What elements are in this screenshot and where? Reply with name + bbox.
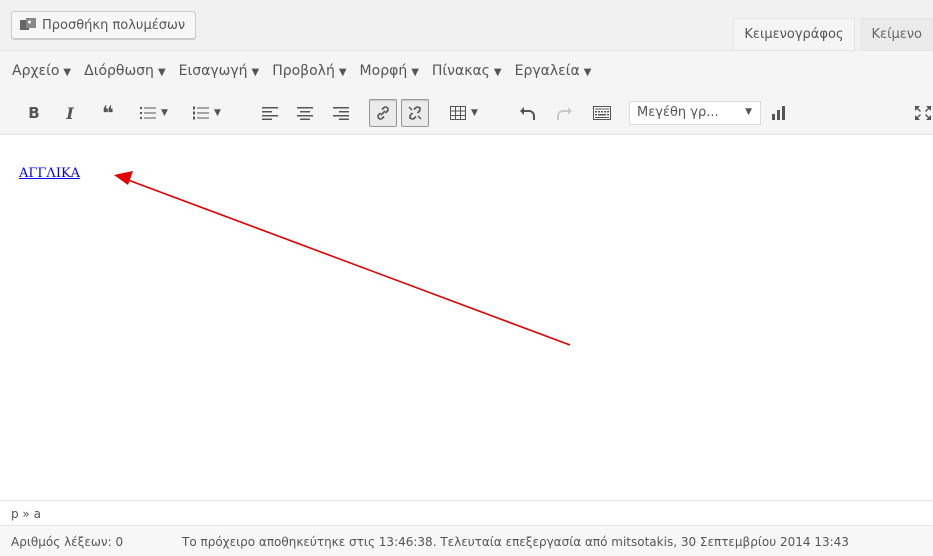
chevron-down-icon: ▼ — [157, 67, 166, 78]
align-left-icon — [262, 107, 278, 120]
fullscreen-button[interactable] — [915, 99, 931, 127]
chevron-down-icon: ▼ — [493, 67, 502, 78]
redo-button[interactable] — [554, 99, 574, 127]
table-button[interactable]: ▼ — [446, 99, 482, 127]
italic-button[interactable]: I — [59, 99, 81, 127]
align-center-icon — [297, 107, 313, 120]
tab-visual[interactable]: Κειμενογράφος — [733, 18, 855, 50]
align-right-button[interactable] — [331, 99, 351, 127]
content-link[interactable]: ΑΓΓΛΙΚΑ — [19, 166, 80, 181]
menu-file[interactable]: Αρχείο ▼ — [12, 63, 71, 79]
bold-button[interactable]: B — [23, 99, 45, 127]
menu-format[interactable]: Μορφή ▼ — [360, 63, 419, 79]
chevron-down-icon: ▼ — [338, 67, 347, 78]
align-left-button[interactable] — [260, 99, 280, 127]
undo-button[interactable] — [518, 99, 538, 127]
chevron-down-icon: ▼ — [63, 67, 72, 78]
element-path: p » a — [0, 500, 933, 526]
editor-tabs: Κειμενογράφος Κείμενο — [727, 18, 933, 50]
menu-table[interactable]: Πίνακας ▼ — [432, 63, 502, 79]
numbered-list-icon — [193, 106, 210, 120]
chevron-down-icon: ▼ — [251, 67, 260, 78]
editor-container: Αρχείο ▼ Διόρθωση ▼ Εισαγωγή ▼ Προβολή ▼ Μορ… — [0, 50, 933, 526]
align-right-icon — [333, 107, 349, 120]
keyboard-button[interactable] — [591, 99, 613, 127]
chevron-down-icon: ▼ — [161, 108, 168, 118]
unlink-icon — [408, 106, 422, 120]
numbered-list-button[interactable]: ▼ — [189, 99, 225, 127]
chevron-down-icon: ▼ — [745, 107, 752, 117]
bar-chart-icon — [772, 106, 785, 120]
redo-icon — [557, 107, 572, 120]
word-count: Αριθμός λέξεων: 0 — [11, 535, 124, 549]
keyboard-icon — [593, 106, 611, 120]
chevron-down-icon: ▼ — [214, 108, 221, 118]
font-size-select[interactable]: Μεγέθη γρ... ▼ — [629, 101, 761, 125]
align-center-button[interactable] — [295, 99, 315, 127]
chevron-down-icon: ▼ — [411, 67, 419, 78]
top-bar: Προσθήκη πολυμέσων Κειμενογράφος Κείμενο — [0, 0, 933, 50]
status-bar: Αριθμός λέξεων: 0 Το πρόχειρο αποθηκεύτη… — [0, 525, 933, 556]
tab-text[interactable]: Κείμενο — [860, 18, 933, 50]
menu-view[interactable]: Προβολή ▼ — [272, 63, 346, 79]
bullet-list-icon — [140, 107, 157, 119]
blockquote-button[interactable]: ❝ — [96, 99, 120, 127]
table-icon — [450, 106, 467, 120]
menu-bar: Αρχείο ▼ Διόρθωση ▼ Εισαγωγή ▼ Προβολή ▼ Μορ… — [0, 51, 933, 91]
font-size-placeholder: Μεγέθη γρ... — [637, 105, 719, 120]
add-media-label: Προσθήκη πολυμέσων — [42, 17, 186, 33]
menu-insert[interactable]: Εισαγωγή ▼ — [179, 63, 260, 79]
format-toolbar: B I ❝ ▼ ▼ ▼ Μεγέθη γρ... ▼ — [0, 91, 933, 135]
media-icon — [20, 18, 36, 32]
undo-icon — [520, 107, 535, 120]
menu-edit[interactable]: Διόρθωση ▼ — [84, 63, 166, 79]
menu-tools[interactable]: Εργαλεία ▼ — [515, 63, 592, 79]
remove-link-button[interactable] — [401, 99, 429, 127]
chevron-down-icon: ▼ — [471, 108, 478, 118]
insert-link-button[interactable] — [369, 99, 397, 127]
fullscreen-icon — [915, 106, 931, 120]
editor-content[interactable]: ΑΓΓΛΙΚΑ — [0, 135, 933, 500]
chevron-down-icon: ▼ — [583, 67, 592, 78]
draft-saved-status: Το πρόχειρο αποθηκεύτηκε στις 13:46:38. … — [182, 535, 849, 549]
word-stats-button[interactable] — [768, 99, 790, 127]
link-icon — [377, 106, 389, 120]
add-media-button[interactable]: Προσθήκη πολυμέσων — [11, 11, 197, 39]
bullet-list-button[interactable]: ▼ — [136, 99, 172, 127]
